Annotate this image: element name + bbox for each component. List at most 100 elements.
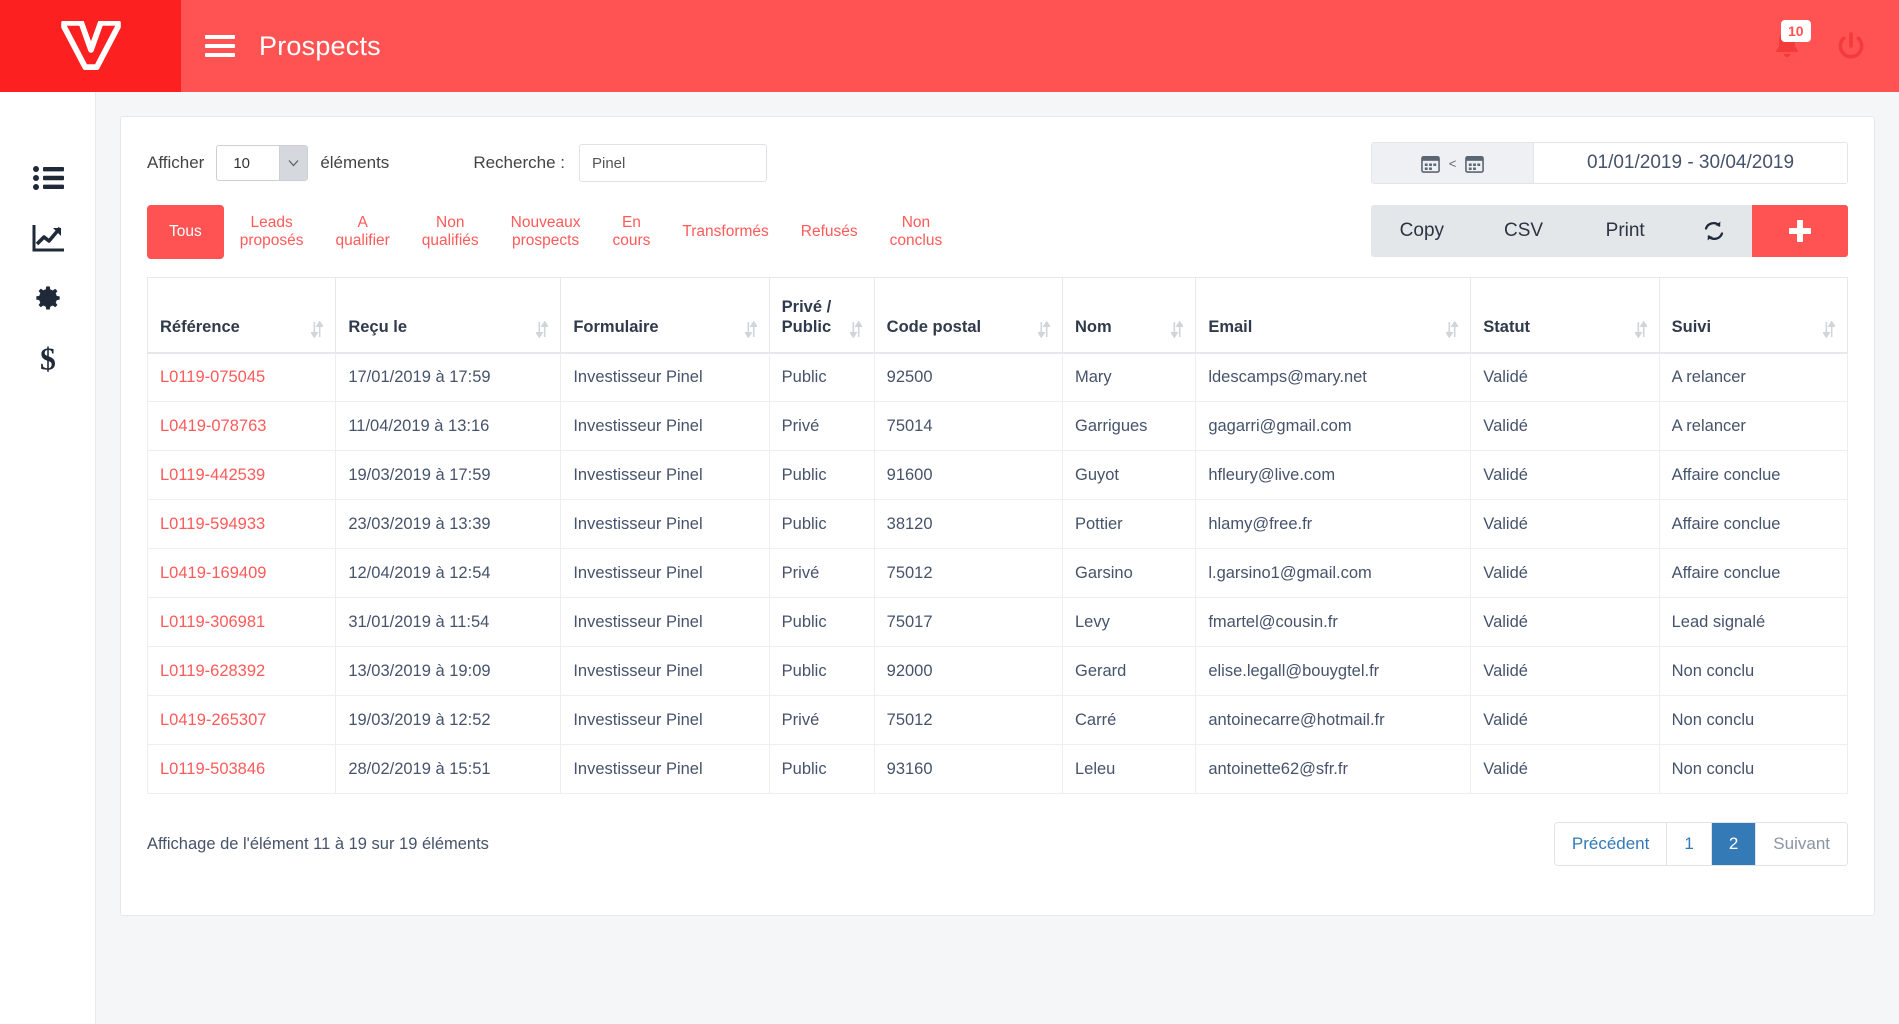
reference-link[interactable]: L0119-594933: [160, 515, 265, 533]
cell-nom: Garsino: [1061, 548, 1197, 599]
add-prospect-button[interactable]: [1752, 205, 1848, 257]
cell-code-postal: 75012: [873, 695, 1063, 746]
gear-icon: [35, 286, 60, 310]
table-column-header[interactable]: Privé / Public: [768, 276, 875, 354]
reference-link[interactable]: L0419-078763: [160, 417, 266, 435]
reference-link[interactable]: L0119-503846: [160, 760, 265, 778]
pagination-button[interactable]: Précédent: [1554, 823, 1668, 866]
table-body: L0119-075045 17/01/2019 à 17:59 Investisse…: [146, 352, 1849, 795]
cell-reference[interactable]: L0119-594933: [146, 499, 337, 550]
table-column-header[interactable]: Email: [1195, 276, 1472, 354]
column-header-label: Email: [1208, 317, 1253, 336]
reference-link[interactable]: L0419-169409: [160, 564, 266, 582]
hamburger-menu-button[interactable]: [181, 0, 259, 92]
table-row: L0119-503846 28/02/2019 à 15:51 Investisse…: [146, 744, 1849, 795]
refresh-button[interactable]: [1676, 205, 1752, 257]
cell-reference[interactable]: L0119-075045: [146, 352, 337, 403]
cell-nom: Gerard: [1061, 646, 1197, 697]
sort-icon: [1171, 320, 1184, 338]
cell-suivi: Affaire conclue: [1658, 548, 1849, 599]
pagination-button[interactable]: 1: [1667, 823, 1712, 866]
print-button[interactable]: Print: [1574, 205, 1676, 257]
cell-reference[interactable]: L0419-078763: [146, 401, 337, 452]
filter-tab[interactable]: Refusés: [785, 205, 874, 259]
search-input[interactable]: [578, 144, 767, 182]
sort-icon: [1037, 320, 1050, 338]
filter-tab[interactable]: Transformés: [666, 205, 784, 259]
cell-formulaire: Investisseur Pinel: [560, 401, 770, 452]
cell-prive-public: Public: [768, 744, 875, 795]
page-length-select[interactable]: 10: [216, 145, 309, 181]
cell-recu-le: 19/03/2019 à 12:52: [335, 695, 562, 746]
table-column-header[interactable]: Référence: [146, 276, 337, 354]
table-column-header[interactable]: Statut: [1470, 276, 1660, 354]
copy-button[interactable]: Copy: [1371, 205, 1473, 257]
table-column-header[interactable]: Formulaire: [560, 276, 770, 354]
table-row: L0119-594933 23/03/2019 à 13:39 Investisse…: [146, 499, 1849, 550]
sort-icon: [536, 320, 549, 338]
cell-code-postal: 91600: [873, 450, 1063, 501]
logo-block[interactable]: [0, 0, 181, 92]
pagination-button[interactable]: 2: [1711, 823, 1757, 866]
date-range-icons: <: [1372, 143, 1534, 183]
cell-reference[interactable]: L0119-442539: [146, 450, 337, 501]
date-range-separator: <: [1448, 155, 1457, 171]
sidebar-item-billing[interactable]: $: [0, 328, 95, 388]
cell-recu-le: 13/03/2019 à 19:09: [335, 646, 562, 697]
column-header-label: Code postal: [886, 317, 982, 336]
cell-nom: Garrigues: [1061, 401, 1197, 452]
filter-tab[interactable]: Nouveaux prospects: [495, 205, 597, 259]
table-column-header[interactable]: Nom: [1061, 276, 1197, 354]
filter-tabs-row: Tous Leads proposés A qualifier Non qualifi…: [147, 205, 1848, 267]
sidebar-item-list[interactable]: [0, 148, 95, 208]
column-header-label: Reçu le: [348, 317, 408, 336]
reference-link[interactable]: L0119-442539: [160, 466, 265, 484]
filter-tab[interactable]: Non conclus: [874, 205, 959, 259]
cell-formulaire: Investisseur Pinel: [560, 499, 770, 550]
cell-statut: Validé: [1470, 450, 1660, 501]
cell-formulaire: Investisseur Pinel: [560, 646, 770, 697]
table-row: L0119-442539 19/03/2019 à 17:59 Investisse…: [146, 450, 1849, 501]
cell-formulaire: Investisseur Pinel: [560, 744, 770, 795]
filter-tab[interactable]: Tous: [147, 205, 224, 259]
filter-tab[interactable]: En cours: [596, 205, 666, 259]
table-row: L0419-169409 12/04/2019 à 12:54 Investisse…: [146, 548, 1849, 599]
filter-tab[interactable]: A qualifier: [320, 205, 406, 259]
table-column-header[interactable]: Suivi: [1658, 276, 1849, 354]
cell-prive-public: Public: [768, 499, 875, 550]
pagination-button[interactable]: Suivant: [1756, 823, 1847, 866]
reference-link[interactable]: L0119-306981: [160, 613, 265, 631]
cell-reference[interactable]: L0419-265307: [146, 695, 337, 746]
notifications-button[interactable]: 10: [1771, 20, 1811, 66]
power-icon[interactable]: [1835, 30, 1867, 62]
table-header-row: Référence Reçu le Formulaire Privé / Public…: [146, 276, 1849, 354]
sidebar-item-statistics[interactable]: [0, 208, 95, 268]
table-column-header[interactable]: Code postal: [873, 276, 1063, 354]
cell-recu-le: 11/04/2019 à 13:16: [335, 401, 562, 452]
reference-link[interactable]: L0419-265307: [160, 711, 266, 729]
table-column-header[interactable]: Reçu le: [335, 276, 562, 354]
csv-button[interactable]: CSV: [1473, 205, 1575, 257]
date-range-picker[interactable]: < 01/01/2019 - 30/04/2019: [1371, 142, 1848, 184]
cell-statut: Validé: [1470, 646, 1660, 697]
sort-icon: [1634, 320, 1647, 338]
cell-statut: Validé: [1470, 548, 1660, 599]
cell-reference[interactable]: L0419-169409: [146, 548, 337, 599]
column-header-label: Référence: [160, 317, 240, 336]
reference-link[interactable]: L0119-075045: [160, 368, 265, 386]
notification-badge: 10: [1781, 20, 1811, 42]
cell-reference[interactable]: L0119-503846: [146, 744, 337, 795]
sort-icon: [1446, 320, 1459, 338]
cell-reference[interactable]: L0119-306981: [146, 597, 337, 648]
filter-tab[interactable]: Leads proposés: [224, 205, 320, 259]
filter-tab[interactable]: Non qualifiés: [406, 205, 495, 259]
cell-email: antoinecarre@hotmail.fr: [1195, 695, 1472, 746]
cell-statut: Validé: [1470, 352, 1660, 403]
cell-reference[interactable]: L0119-628392: [146, 646, 337, 697]
cell-suivi: Affaire conclue: [1658, 499, 1849, 550]
cell-statut: Validé: [1470, 695, 1660, 746]
cell-email: fmartel@cousin.fr: [1195, 597, 1472, 648]
reference-link[interactable]: L0119-628392: [160, 662, 265, 680]
sidebar-item-settings[interactable]: [0, 268, 95, 328]
cell-code-postal: 93160: [873, 744, 1063, 795]
